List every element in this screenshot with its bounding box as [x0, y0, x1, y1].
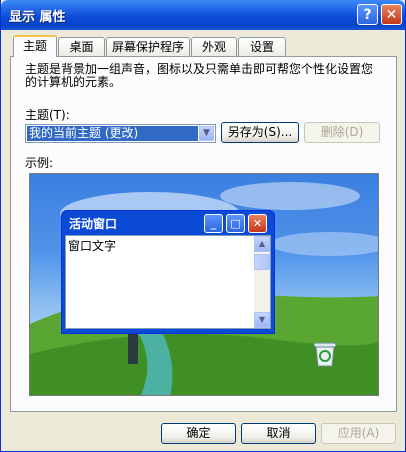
scroll-down-icon: ▼ — [254, 312, 270, 328]
theme-select-value: 我的当前主题 (更改) — [27, 126, 198, 141]
apply-button[interactable]: 应用(A) — [321, 423, 396, 444]
chevron-down-icon[interactable]: ▼ — [199, 126, 214, 141]
close-icon: ✕ — [385, 7, 398, 23]
maximize-icon: □ — [226, 214, 245, 233]
sample-label: 示例: — [25, 156, 54, 170]
tab-themes[interactable]: 主题 — [13, 35, 57, 57]
sample-scrollbar: ▲ ▼ — [254, 236, 270, 328]
tab-desktop[interactable]: 桌面 — [58, 37, 105, 56]
sample-window-body: 窗口文字 ▲ ▼ — [65, 235, 271, 329]
help-button[interactable]: ? — [357, 4, 378, 25]
minimize-icon: _ — [204, 214, 223, 233]
title-bar[interactable]: 显示 属性 ? ✕ — [1, 0, 405, 30]
window-title: 显示 属性 — [9, 10, 66, 25]
theme-select[interactable]: 我的当前主题 (更改) ▼ — [25, 124, 216, 143]
delete-button[interactable]: 删除(D) — [304, 122, 380, 143]
scroll-thumb — [254, 254, 270, 270]
sample-window-title: 活动窗口 — [69, 217, 118, 231]
ok-button[interactable]: 确定 — [161, 423, 236, 444]
theme-label: 主题(T): — [25, 108, 70, 122]
sample-window-text: 窗口文字 — [68, 239, 117, 253]
display-properties-window: 显示 属性 ? ✕ 主题 桌面 屏幕保护程序 外观 设置 主题是背景加一组声音，… — [0, 0, 406, 452]
help-icon: ? — [363, 7, 372, 23]
tab-settings[interactable]: 设置 — [238, 37, 286, 56]
save-as-button[interactable]: 另存为(S)... — [221, 122, 299, 143]
scroll-up-icon: ▲ — [254, 236, 270, 252]
tab-screensaver[interactable]: 屏幕保护程序 — [106, 37, 190, 56]
recycle-bin-icon — [311, 338, 339, 368]
close-icon: ✕ — [248, 214, 267, 233]
tab-appearance[interactable]: 外观 — [191, 37, 237, 56]
sample-active-window: 活动窗口 _ □ ✕ 窗口文字 ▲ ▼ — [61, 210, 275, 334]
cancel-button[interactable]: 取消 — [241, 423, 316, 444]
themes-description: 主题是背景加一组声音，图标以及只需单击即可帮您个性化设置您的计算机的元素。 — [25, 62, 374, 89]
close-button[interactable]: ✕ — [381, 4, 402, 25]
